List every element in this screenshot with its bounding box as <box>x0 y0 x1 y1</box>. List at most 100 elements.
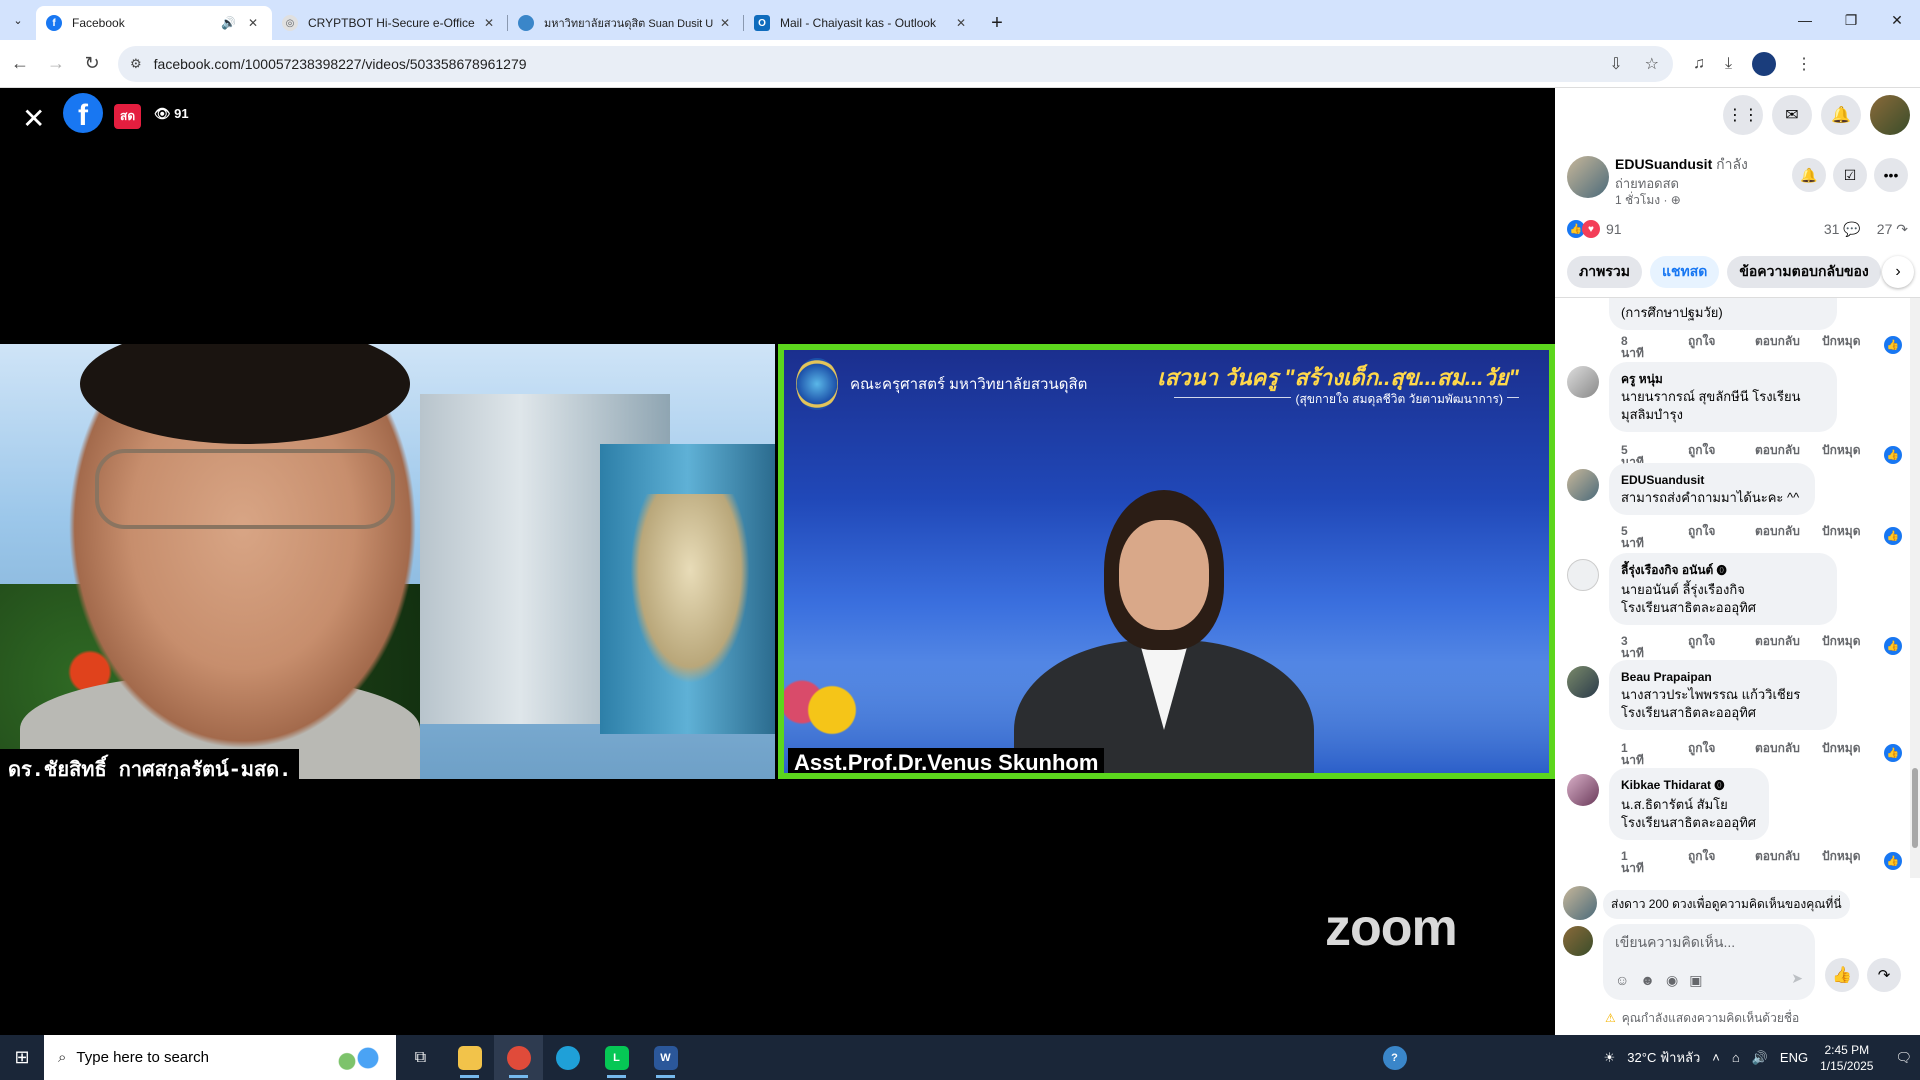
menu-grid-icon[interactable]: ⋮⋮ <box>1723 95 1763 135</box>
page-avatar[interactable] <box>1567 156 1609 198</box>
commenter-name[interactable]: EDUSuandusit <box>1621 471 1803 489</box>
comment-scrollbar[interactable] <box>1910 298 1920 878</box>
more-options-icon[interactable]: ••• <box>1874 158 1908 192</box>
tab-replies[interactable]: ข้อความตอบกลับของ <box>1727 255 1881 288</box>
tab-suandusit[interactable]: มหาวิทยาลัยสวนดุสิต Suan Dusit U ✕ <box>508 6 744 40</box>
file-explorer-icon[interactable] <box>445 1035 494 1080</box>
help-icon[interactable]: ? <box>1370 1035 1419 1080</box>
commenter-avatar[interactable] <box>1567 559 1599 591</box>
account-avatar[interactable] <box>1870 95 1910 135</box>
tab-live-chat[interactable]: แชทสด <box>1649 255 1720 288</box>
pin-link[interactable]: ปักหมุด <box>1822 742 1889 766</box>
volume-icon[interactable]: 🔊 <box>1752 1050 1768 1066</box>
bookmark-star-icon[interactable]: ☆ <box>1645 54 1659 74</box>
speaker-icon[interactable]: 🔊 <box>221 16 236 30</box>
close-video-icon[interactable]: ✕ <box>22 102 45 135</box>
commenter-avatar[interactable] <box>1567 366 1599 398</box>
notifications-bell-icon[interactable]: 🔔 <box>1821 95 1861 135</box>
reply-link[interactable]: ตอบกลับ <box>1755 525 1822 549</box>
close-tab-icon[interactable]: ✕ <box>952 14 970 32</box>
emoji-icon[interactable]: ☻ <box>1640 972 1655 989</box>
reply-link[interactable]: ตอบกลับ <box>1755 335 1822 359</box>
comment-count[interactable]: 31 💬 <box>1824 221 1861 238</box>
like-link[interactable]: ถูกใจ <box>1688 635 1755 659</box>
close-window-icon[interactable]: ✕ <box>1874 0 1920 40</box>
commenter-name[interactable]: Beau Prapaipan <box>1621 668 1825 686</box>
avatar-sticker-icon[interactable]: ☺ <box>1615 972 1629 989</box>
site-settings-icon[interactable]: ⚙ <box>130 56 142 72</box>
smiley-icon[interactable]: ◉ <box>1666 972 1678 989</box>
new-tab-button[interactable]: + <box>980 6 1014 40</box>
tab-facebook[interactable]: f Facebook 🔊 ✕ <box>36 6 272 40</box>
like-link[interactable]: ถูกใจ <box>1688 335 1755 359</box>
close-tab-icon[interactable]: ✕ <box>480 14 498 32</box>
pin-link[interactable]: ปักหมุด <box>1822 444 1889 468</box>
like-button[interactable]: 👍 <box>1825 958 1859 992</box>
commenter-name[interactable]: ครู หนุ่ม <box>1621 370 1825 388</box>
commenter-name[interactable]: Kibkae Thidarat <box>1621 778 1711 792</box>
like-link[interactable]: ถูกใจ <box>1688 742 1755 766</box>
browser-menu-icon[interactable]: ⋮ <box>1796 54 1812 74</box>
scrollbar-thumb[interactable] <box>1912 768 1918 848</box>
install-app-icon[interactable]: ⇩ <box>1609 54 1622 74</box>
taskbar-search[interactable]: ⌕ Type here to search <box>44 1035 396 1080</box>
gif-icon[interactable]: ▣ <box>1689 972 1702 989</box>
follow-bell-icon[interactable]: 🔔 <box>1792 158 1826 192</box>
messenger-icon[interactable]: ✉ <box>1772 95 1812 135</box>
task-view-icon[interactable]: ⧉ <box>396 1035 445 1080</box>
commenter-avatar[interactable] <box>1567 469 1599 501</box>
language-indicator[interactable]: ENG <box>1780 1050 1808 1065</box>
like-link[interactable]: ถูกใจ <box>1688 850 1755 874</box>
share-count[interactable]: 27 ↷ <box>1877 221 1908 238</box>
line-icon[interactable]: L <box>592 1035 641 1080</box>
facebook-logo-icon[interactable]: f <box>63 93 103 133</box>
stars-prompt-text[interactable]: ส่งดาว 200 ดวงเพื่อดูความคิดเห็นของคุณที… <box>1603 890 1850 919</box>
pin-link[interactable]: ปักหมุด <box>1822 850 1889 874</box>
reaction-count[interactable]: 91 <box>1606 221 1622 237</box>
commenter-avatar[interactable] <box>1567 666 1599 698</box>
windows-start-icon[interactable]: ⊞ <box>0 1035 44 1080</box>
weather-icon[interactable]: ☀ <box>1604 1050 1616 1066</box>
edge-icon[interactable] <box>543 1035 592 1080</box>
close-tab-icon[interactable]: ✕ <box>244 14 262 32</box>
downloads-icon[interactable]: ⤓ <box>1725 55 1732 73</box>
reply-link[interactable]: ตอบกลับ <box>1755 742 1822 766</box>
like-link[interactable]: ถูกใจ <box>1688 525 1755 549</box>
comment-input[interactable]: เขียนความคิดเห็น... ☺ ☻ ◉ ▣ ➤ <box>1603 924 1815 1000</box>
share-button[interactable]: ↷ <box>1867 958 1901 992</box>
chrome-icon[interactable] <box>494 1035 543 1080</box>
tab-outlook[interactable]: O Mail - Chaiyasit kas - Outlook ✕ <box>744 6 980 40</box>
notification-center-icon[interactable]: 🗨 <box>1895 1050 1912 1066</box>
back-icon[interactable]: ← <box>4 48 36 80</box>
reply-link[interactable]: ตอบกลับ <box>1755 850 1822 874</box>
address-bar[interactable]: ⚙ facebook.com/100057238398227/videos/50… <box>118 45 1673 82</box>
pin-link[interactable]: ปักหมุด <box>1822 525 1889 549</box>
save-post-icon[interactable]: ☑ <box>1833 158 1867 192</box>
chevron-right-icon[interactable]: › <box>1882 256 1914 288</box>
user-avatar[interactable] <box>1563 926 1593 956</box>
commenter-name[interactable]: ลี้รุ่งเรืองกิจ อนันต์ <box>1621 563 1713 577</box>
tab-overview[interactable]: ภาพรวม <box>1567 255 1642 288</box>
restore-icon[interactable]: ❐ <box>1828 0 1874 40</box>
reload-icon[interactable]: ↻ <box>76 48 108 80</box>
commenter-avatar[interactable] <box>1567 774 1599 806</box>
clock[interactable]: 2:45 PM 1/15/2025 <box>1820 1042 1873 1074</box>
send-icon[interactable]: ➤ <box>1791 970 1803 987</box>
search-placeholder[interactable]: Type here to search <box>76 1049 209 1066</box>
forward-icon[interactable]: → <box>40 48 72 80</box>
page-name-text[interactable]: EDUSuandusit <box>1615 156 1712 172</box>
url-text[interactable]: facebook.com/100057238398227/videos/5033… <box>154 56 527 72</box>
show-hidden-icons-icon[interactable]: ˄ <box>1712 1050 1720 1065</box>
network-icon[interactable]: ⌂ <box>1732 1050 1740 1065</box>
tab-cryptbot[interactable]: ◎ CRYPTBOT Hi-Secure e-Office ✕ <box>272 6 508 40</box>
close-tab-icon[interactable]: ✕ <box>716 14 734 32</box>
live-video-player[interactable]: ✕ f สด 👁 91 ดร.ชัยสิทธิ์ กาศสกุลรัตน์-มส… <box>0 88 1555 1035</box>
profile-avatar[interactable] <box>1752 51 1777 76</box>
pin-link[interactable]: ปักหมุด <box>1822 635 1889 659</box>
media-controls-icon[interactable]: ♫ <box>1693 55 1705 73</box>
minimize-icon[interactable]: — <box>1782 0 1828 40</box>
word-icon[interactable]: W <box>641 1035 690 1080</box>
pin-link[interactable]: ปักหมุด <box>1822 335 1889 359</box>
weather-text[interactable]: 32°C ฟ้าหลัว <box>1627 1047 1700 1068</box>
tab-search-dropdown-icon[interactable]: ⌄ <box>0 0 36 40</box>
